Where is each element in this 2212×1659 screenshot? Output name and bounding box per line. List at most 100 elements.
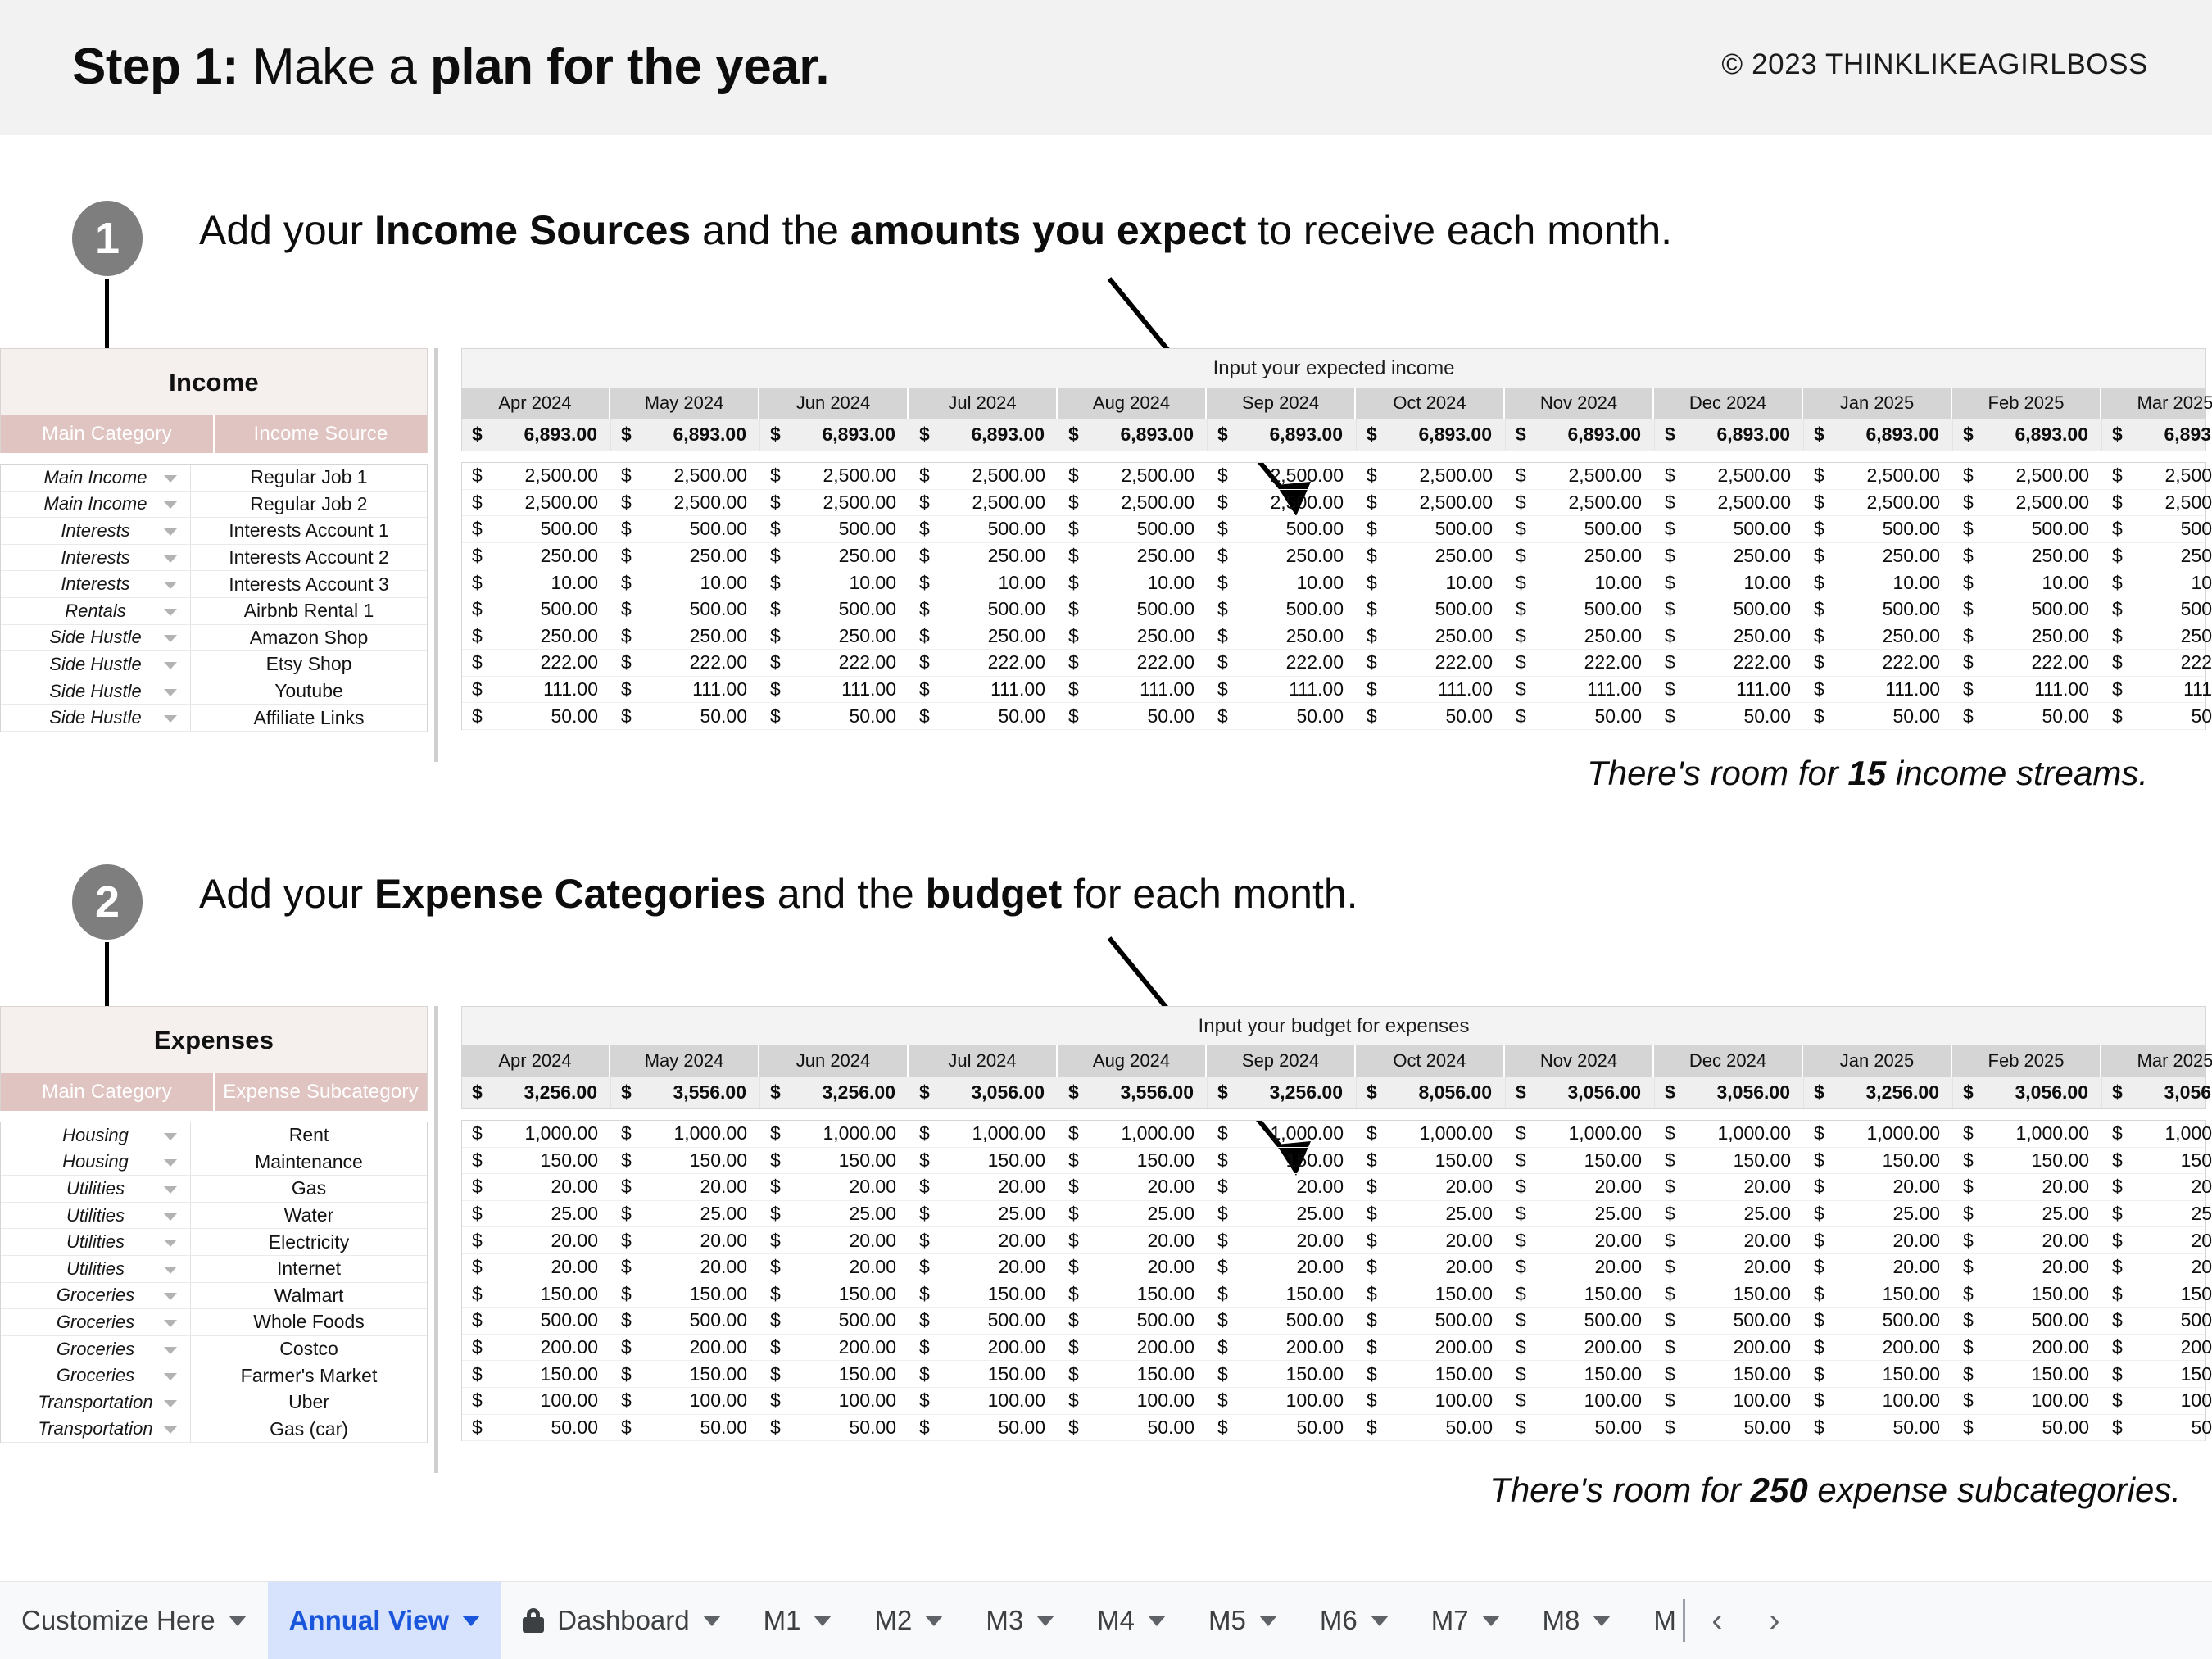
sheet-tab-m5[interactable]: M5 xyxy=(1187,1582,1299,1659)
amount-cell[interactable]: $20.00 xyxy=(1058,1174,1208,1200)
amount-cell[interactable]: $500.00 xyxy=(1655,596,1804,623)
monthly-total-cell[interactable]: $6,893.00 xyxy=(1357,419,1506,451)
amount-cell[interactable]: $1,000.00 xyxy=(1208,1121,1357,1147)
amount-cell[interactable]: $222.00 xyxy=(1357,650,1506,676)
month-column-header[interactable]: May 2024 xyxy=(610,388,759,419)
amount-cell[interactable]: $20.00 xyxy=(1208,1174,1357,1200)
amount-cell[interactable]: $2,500.00 xyxy=(1804,490,1953,516)
amount-cell[interactable]: $20.00 xyxy=(1953,1174,2102,1200)
chevron-down-icon[interactable] xyxy=(462,1615,481,1626)
amount-cell[interactable]: $50.00 xyxy=(1208,703,1357,729)
month-column-header[interactable]: Dec 2024 xyxy=(1654,388,1803,419)
amount-cell[interactable]: $1,000.00 xyxy=(462,1121,611,1147)
amount-cell[interactable]: $500.00 xyxy=(1058,516,1208,542)
amount-cell[interactable]: $25.00 xyxy=(1953,1201,2102,1227)
amount-cell[interactable]: $50.00 xyxy=(1953,1415,2102,1441)
main-category-cell[interactable]: Side Hustle xyxy=(1,678,191,705)
subcategory-cell[interactable]: Gas xyxy=(191,1176,427,1202)
monthly-total-cell[interactable]: $8,056.00 xyxy=(1357,1077,1506,1108)
amount-cell[interactable]: $500.00 xyxy=(1208,516,1357,542)
main-category-cell[interactable]: Side Hustle xyxy=(1,624,191,651)
amount-cell[interactable]: $20.00 xyxy=(1208,1227,1357,1253)
sheet-tab-m1[interactable]: M1 xyxy=(742,1582,854,1659)
monthly-total-cell[interactable]: $3,556.00 xyxy=(1058,1077,1208,1108)
amount-cell[interactable]: $2,500.00 xyxy=(909,463,1058,489)
main-category-cell[interactable]: Groceries xyxy=(1,1282,191,1309)
sheet-tab-dashboard[interactable]: Dashboard xyxy=(501,1582,741,1659)
amount-cell[interactable]: $250.00 xyxy=(1506,623,1655,650)
subcategory-cell[interactable]: Amazon Shop xyxy=(191,625,427,651)
chevron-down-icon[interactable] xyxy=(164,635,177,643)
month-column-header[interactable]: Oct 2024 xyxy=(1356,1045,1505,1077)
month-column-header[interactable]: May 2024 xyxy=(610,1045,759,1077)
amount-cell[interactable]: $111.00 xyxy=(462,677,611,703)
amount-cell[interactable]: $20.00 xyxy=(2102,1227,2212,1253)
chevron-down-icon[interactable] xyxy=(164,501,177,510)
table-row[interactable]: Groceries Farmer's Market xyxy=(1,1362,427,1389)
month-column-header[interactable]: Aug 2024 xyxy=(1058,388,1207,419)
amount-cell[interactable]: $111.00 xyxy=(611,677,760,703)
amount-cell[interactable]: $200.00 xyxy=(1208,1335,1357,1361)
subcategory-cell[interactable]: Regular Job 2 xyxy=(191,492,427,518)
amount-cell[interactable]: $10.00 xyxy=(1506,569,1655,596)
amount-cell[interactable]: $500.00 xyxy=(909,1308,1058,1334)
monthly-total-cell[interactable]: $3,256.00 xyxy=(760,1077,909,1108)
amount-cell[interactable]: $50.00 xyxy=(760,1415,909,1441)
amount-cell[interactable]: $500.00 xyxy=(1655,1308,1804,1334)
amount-cell[interactable]: $2,500.00 xyxy=(1357,463,1506,489)
main-category-cell[interactable]: Side Hustle xyxy=(1,651,191,678)
subcategory-cell[interactable]: Water xyxy=(191,1203,427,1229)
table-row[interactable]: Utilities Gas xyxy=(1,1176,427,1203)
amount-cell[interactable]: $2,500.00 xyxy=(1506,490,1655,516)
amount-cell[interactable]: $1,000.00 xyxy=(1506,1121,1655,1147)
month-column-header[interactable]: Mar 2025 xyxy=(2101,388,2212,419)
chevron-down-icon[interactable] xyxy=(164,555,177,563)
amount-cell[interactable]: $2,500.00 xyxy=(909,490,1058,516)
amount-cell[interactable]: $2,500.00 xyxy=(1208,463,1357,489)
amount-cell[interactable]: $500.00 xyxy=(611,1308,760,1334)
amount-cell[interactable]: $150.00 xyxy=(1655,1148,1804,1174)
amount-cell[interactable]: $100.00 xyxy=(1357,1388,1506,1414)
amount-cell[interactable]: $25.00 xyxy=(1655,1201,1804,1227)
monthly-total-cell[interactable]: $3,256.00 xyxy=(462,1077,611,1108)
subcategory-cell[interactable]: Costco xyxy=(191,1336,427,1362)
chevron-down-icon[interactable] xyxy=(164,1346,177,1354)
amount-cell[interactable]: $20.00 xyxy=(611,1174,760,1200)
amount-cell[interactable]: $500.00 xyxy=(1208,596,1357,623)
amount-cell[interactable]: $500.00 xyxy=(2102,1308,2212,1334)
month-column-header[interactable]: Aug 2024 xyxy=(1058,1045,1207,1077)
amount-cell[interactable]: $50.00 xyxy=(462,1415,611,1441)
chevron-down-icon[interactable] xyxy=(164,715,177,723)
amount-cell[interactable]: $2,500.00 xyxy=(2102,490,2212,516)
amount-cell[interactable]: $250.00 xyxy=(2102,623,2212,650)
table-row[interactable]: Utilities Electricity xyxy=(1,1229,427,1256)
amount-cell[interactable]: $20.00 xyxy=(611,1254,760,1281)
subcategory-cell[interactable]: Regular Job 1 xyxy=(191,465,427,491)
chevron-down-icon[interactable] xyxy=(164,1240,177,1248)
amount-cell[interactable]: $20.00 xyxy=(1655,1174,1804,1200)
monthly-total-cell[interactable]: $6,893.00 xyxy=(909,419,1058,451)
amount-cell[interactable]: $1,000.00 xyxy=(909,1121,1058,1147)
amount-cell[interactable]: $10.00 xyxy=(1655,569,1804,596)
amount-cell[interactable]: $150.00 xyxy=(2102,1148,2212,1174)
amount-cell[interactable]: $100.00 xyxy=(462,1388,611,1414)
amount-cell[interactable]: $250.00 xyxy=(1953,623,2102,650)
amount-cell[interactable]: $100.00 xyxy=(1208,1388,1357,1414)
amount-cell[interactable]: $250.00 xyxy=(611,623,760,650)
main-category-cell[interactable]: Groceries xyxy=(1,1335,191,1362)
amount-cell[interactable]: $500.00 xyxy=(2102,516,2212,542)
amount-cell[interactable]: $250.00 xyxy=(1357,543,1506,569)
amount-cell[interactable]: $150.00 xyxy=(760,1281,909,1308)
month-column-header[interactable]: Feb 2025 xyxy=(1952,388,2101,419)
amount-cell[interactable]: $500.00 xyxy=(2102,596,2212,623)
monthly-total-cell[interactable]: $3,056.00 xyxy=(909,1077,1058,1108)
amount-cell[interactable]: $100.00 xyxy=(1953,1388,2102,1414)
chevron-down-icon[interactable] xyxy=(925,1615,944,1626)
monthly-total-cell[interactable]: $3,056.00 xyxy=(2102,1077,2212,1108)
amount-cell[interactable]: $111.00 xyxy=(1804,677,1953,703)
amount-cell[interactable]: $1,000.00 xyxy=(1655,1121,1804,1147)
amount-cell[interactable]: $20.00 xyxy=(1655,1254,1804,1281)
amount-cell[interactable]: $500.00 xyxy=(462,1308,611,1334)
monthly-total-cell[interactable]: $6,893.00 xyxy=(611,419,760,451)
amount-cell[interactable]: $150.00 xyxy=(462,1148,611,1174)
